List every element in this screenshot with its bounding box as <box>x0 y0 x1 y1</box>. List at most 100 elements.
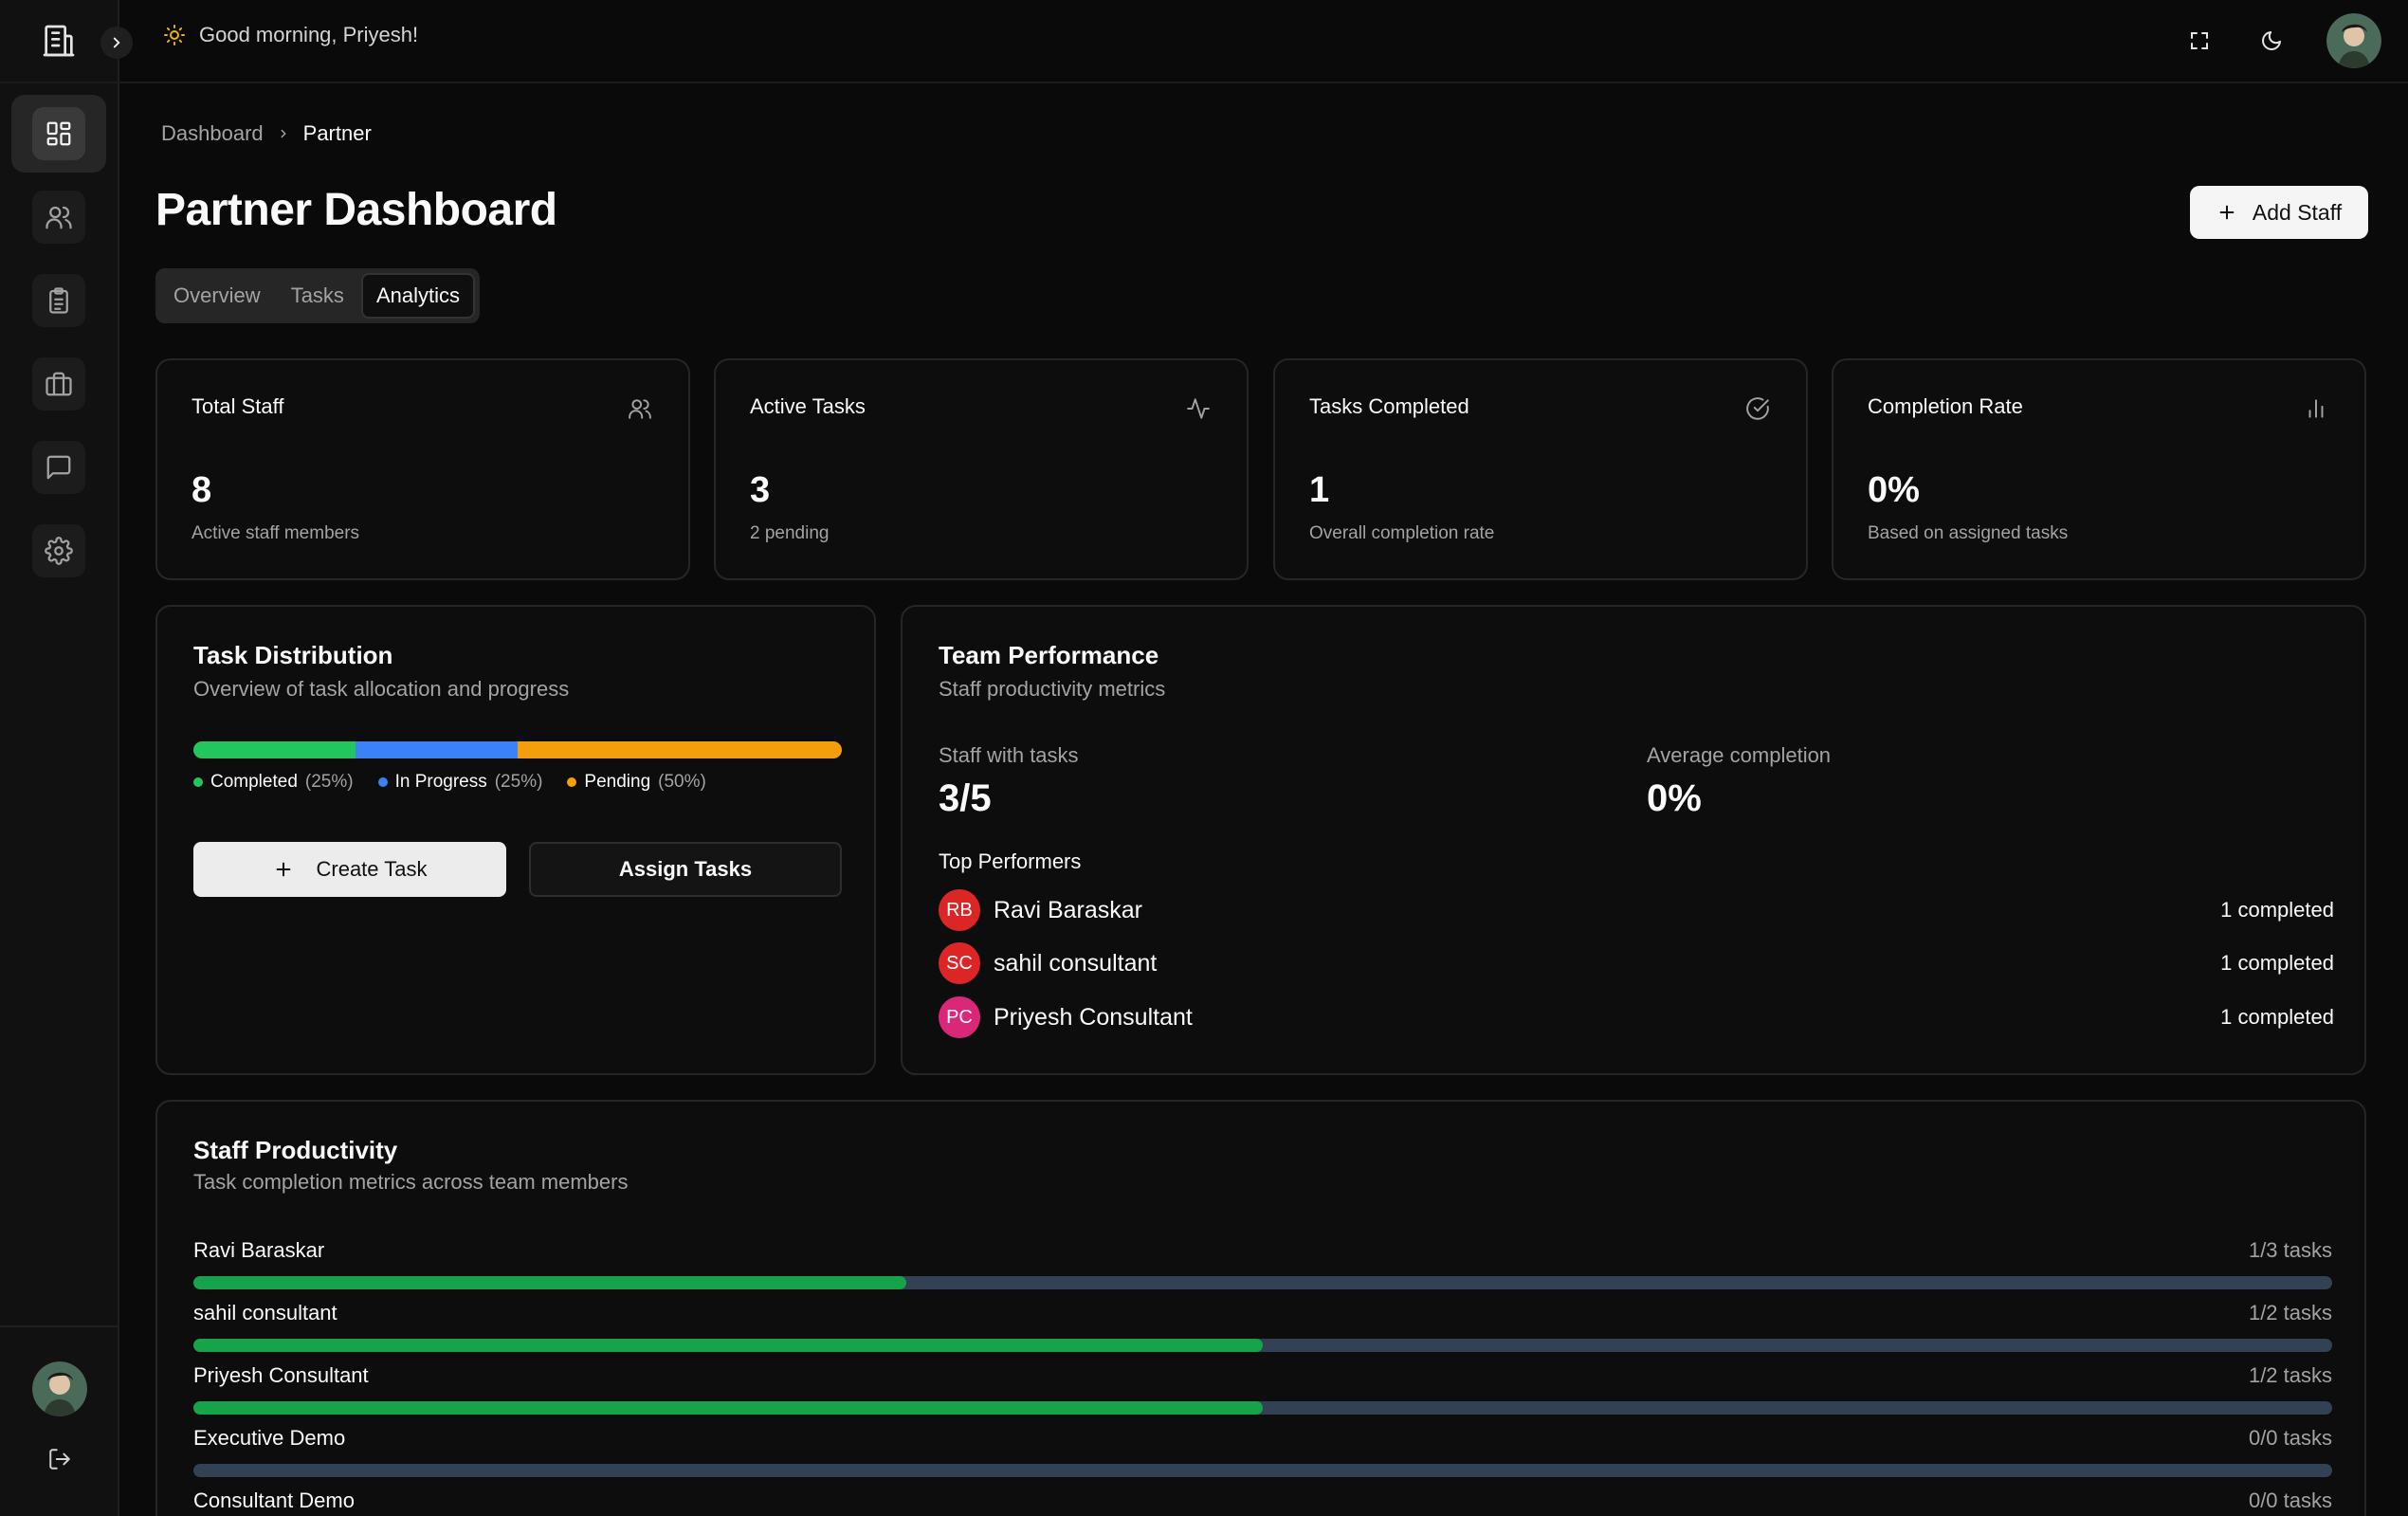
performer-count: 1 completed <box>2220 898 2334 922</box>
task-count: 0/0 tasks <box>2248 1426 2332 1450</box>
legend-label: Pending <box>584 772 651 792</box>
create-task-label: Create Task <box>316 857 428 881</box>
section-subtitle: Staff productivity metrics <box>939 677 1166 701</box>
performer-name: Priyesh Consultant <box>994 1003 1193 1031</box>
progress-fill <box>193 1276 906 1289</box>
create-task-button[interactable]: Create Task <box>193 842 506 897</box>
tab-analytics[interactable]: Analytics <box>360 273 475 319</box>
performer-count: 1 completed <box>2220 951 2334 975</box>
sidebar-item-briefcase[interactable] <box>11 345 106 423</box>
top-performers-heading: Top Performers <box>939 849 1082 873</box>
task-count: 0/0 tasks <box>2248 1489 2332 1512</box>
legend-dot <box>567 777 577 787</box>
legend-percent: (50%) <box>658 772 706 792</box>
stat-card-tasks-completed: Tasks Completed 1 Overall completion rat… <box>1273 358 1808 580</box>
stat-title: Active Tasks <box>750 394 866 418</box>
performer-count: 1 completed <box>2220 1005 2334 1029</box>
avatar[interactable] <box>32 1361 87 1416</box>
performer-row: PC Priyesh Consultant 1 completed <box>939 996 2334 1038</box>
legend-item-in-progress: In Progress (25%) <box>377 772 543 793</box>
sidebar-item-dashboard[interactable] <box>11 95 106 173</box>
staff-productivity-card: Staff Productivity Task completion metri… <box>155 1100 2366 1516</box>
stat-value: 0% <box>1868 470 1920 510</box>
chevron-right-icon <box>113 37 120 48</box>
stat-value: 1 <box>1309 470 1330 510</box>
legend-percent: (25%) <box>494 772 543 792</box>
distribution-segment-pending <box>518 741 842 758</box>
stat-subtext: Active staff members <box>192 523 360 543</box>
stat-subtext: Based on assigned tasks <box>1868 523 2069 543</box>
assign-tasks-button[interactable]: Assign Tasks <box>529 842 842 897</box>
task-count: 1/2 tasks <box>2248 1363 2332 1387</box>
sidebar-item-users[interactable] <box>11 178 106 256</box>
performer-name: sahil consultant <box>994 949 1158 977</box>
breadcrumb: Dashboard Partner <box>161 121 372 146</box>
stat-card-active-tasks: Active Tasks 3 2 pending <box>714 358 1249 580</box>
progress-track <box>193 1276 2332 1289</box>
progress-fill <box>193 1401 1263 1415</box>
task-distribution-card: Task Distribution Overview of task alloc… <box>155 605 876 1075</box>
clipboard-list-icon <box>32 274 85 327</box>
tab-tasks[interactable]: Tasks <box>278 273 357 319</box>
sidebar-item-tasks[interactable] <box>11 262 106 339</box>
section-subtitle: Task completion metrics across team memb… <box>193 1170 629 1194</box>
gear-icon <box>32 524 85 577</box>
stat-title: Total Staff <box>192 394 284 418</box>
section-title: Staff Productivity <box>193 1136 398 1164</box>
stat-card-completion-rate: Completion Rate 0% Based on assigned tas… <box>1832 358 2366 580</box>
topbar-actions <box>2182 13 2381 68</box>
add-staff-button[interactable]: Add Staff <box>2190 186 2368 239</box>
task-count: 1/3 tasks <box>2248 1238 2332 1262</box>
user-avatar[interactable] <box>2326 13 2381 68</box>
staff-with-tasks-value: 3/5 <box>939 777 992 819</box>
productivity-row: Ravi Baraskar 1/3 tasks <box>193 1236 2332 1289</box>
progress-fill <box>193 1339 1263 1352</box>
productivity-row: Priyesh Consultant 1/2 tasks <box>193 1361 2332 1415</box>
users-icon <box>626 394 654 423</box>
sidebar-toggle-button[interactable] <box>100 27 133 59</box>
performer-row: SC sahil consultant 1 completed <box>939 942 2334 984</box>
stat-card-total-staff: Total Staff 8 Active staff members <box>155 358 690 580</box>
progress-track <box>193 1464 2332 1477</box>
avatar: PC <box>939 996 980 1038</box>
layout-grid-icon <box>32 107 85 160</box>
legend-dot <box>377 777 388 787</box>
progress-track <box>193 1339 2332 1352</box>
stat-title: Tasks Completed <box>1309 394 1469 418</box>
average-completion-value: 0% <box>1647 777 1702 819</box>
staff-name: Consultant Demo <box>193 1489 355 1512</box>
users-icon <box>32 191 85 244</box>
stat-value: 3 <box>750 470 771 510</box>
topbar: Good morning, Priyesh! <box>0 0 2408 83</box>
distribution-segment-completed <box>193 741 356 758</box>
moon-icon[interactable] <box>2254 24 2289 58</box>
avatar: SC <box>939 942 980 984</box>
tab-overview[interactable]: Overview <box>160 273 274 319</box>
performer-row: RB Ravi Baraskar 1 completed <box>939 889 2334 931</box>
greeting: Good morning, Priyesh! <box>163 23 418 47</box>
page-title: Partner Dashboard <box>155 185 557 235</box>
legend-item-completed: Completed (25%) <box>193 772 354 793</box>
assign-tasks-label: Assign Tasks <box>618 857 753 881</box>
legend-label: Completed <box>210 772 298 792</box>
logout-icon[interactable] <box>44 1443 76 1475</box>
sidebar <box>0 0 119 1516</box>
sun-icon <box>164 25 185 46</box>
sidebar-item-messages[interactable] <box>11 429 106 506</box>
distribution-bar <box>193 741 842 758</box>
sidebar-divider <box>0 1325 119 1327</box>
avatar: RB <box>939 889 980 931</box>
breadcrumb-root[interactable]: Dashboard <box>161 121 264 146</box>
activity-icon <box>1184 394 1213 423</box>
team-performance-card: Team Performance Staff productivity metr… <box>901 605 2366 1075</box>
stat-value: 8 <box>192 470 212 510</box>
fullscreen-icon[interactable] <box>2182 24 2216 58</box>
productivity-row: Consultant Demo 0/0 tasks <box>193 1487 2332 1516</box>
staff-name: Ravi Baraskar <box>193 1238 325 1262</box>
legend-label: In Progress <box>394 772 487 792</box>
tabs: Overview Tasks Analytics <box>155 268 480 323</box>
chevron-right-icon <box>281 129 286 138</box>
sidebar-item-settings[interactable] <box>11 512 106 590</box>
stat-title: Completion Rate <box>1868 394 2023 418</box>
bar-chart-icon <box>2302 394 2330 423</box>
